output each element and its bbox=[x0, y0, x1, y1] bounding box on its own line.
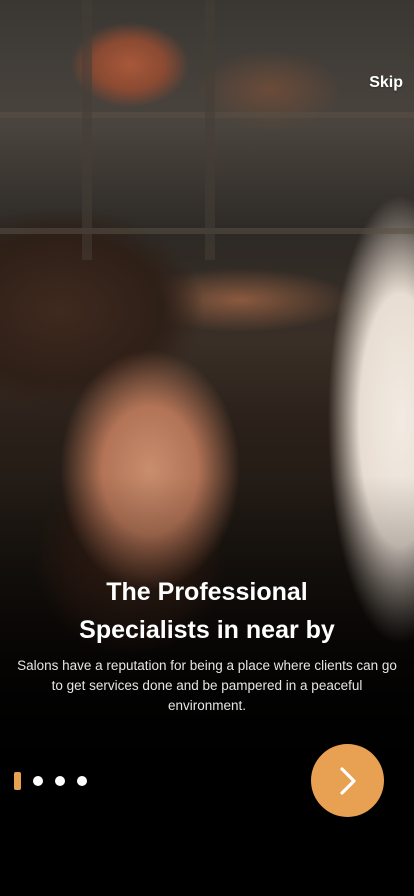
onboarding-description: Salons have a reputation for being a pla… bbox=[17, 658, 397, 713]
page-indicator-dot[interactable] bbox=[33, 776, 43, 786]
title-line-2: Specialists in near by bbox=[79, 616, 335, 644]
shelf-post bbox=[205, 0, 215, 260]
page-indicator bbox=[14, 772, 87, 790]
onboarding-screen: Skip The Professional Specialists in nea… bbox=[0, 0, 414, 896]
onboarding-title: The Professional Specialists in near by bbox=[20, 573, 394, 649]
page-indicator-dot[interactable] bbox=[55, 776, 65, 786]
title-line-1: The Professional bbox=[106, 578, 308, 606]
skip-button[interactable]: Skip bbox=[369, 74, 403, 92]
shelf-post bbox=[82, 0, 92, 260]
chevron-right-icon bbox=[339, 766, 356, 795]
next-button[interactable] bbox=[311, 744, 384, 817]
page-indicator-active[interactable] bbox=[14, 772, 21, 790]
page-indicator-dot[interactable] bbox=[77, 776, 87, 786]
